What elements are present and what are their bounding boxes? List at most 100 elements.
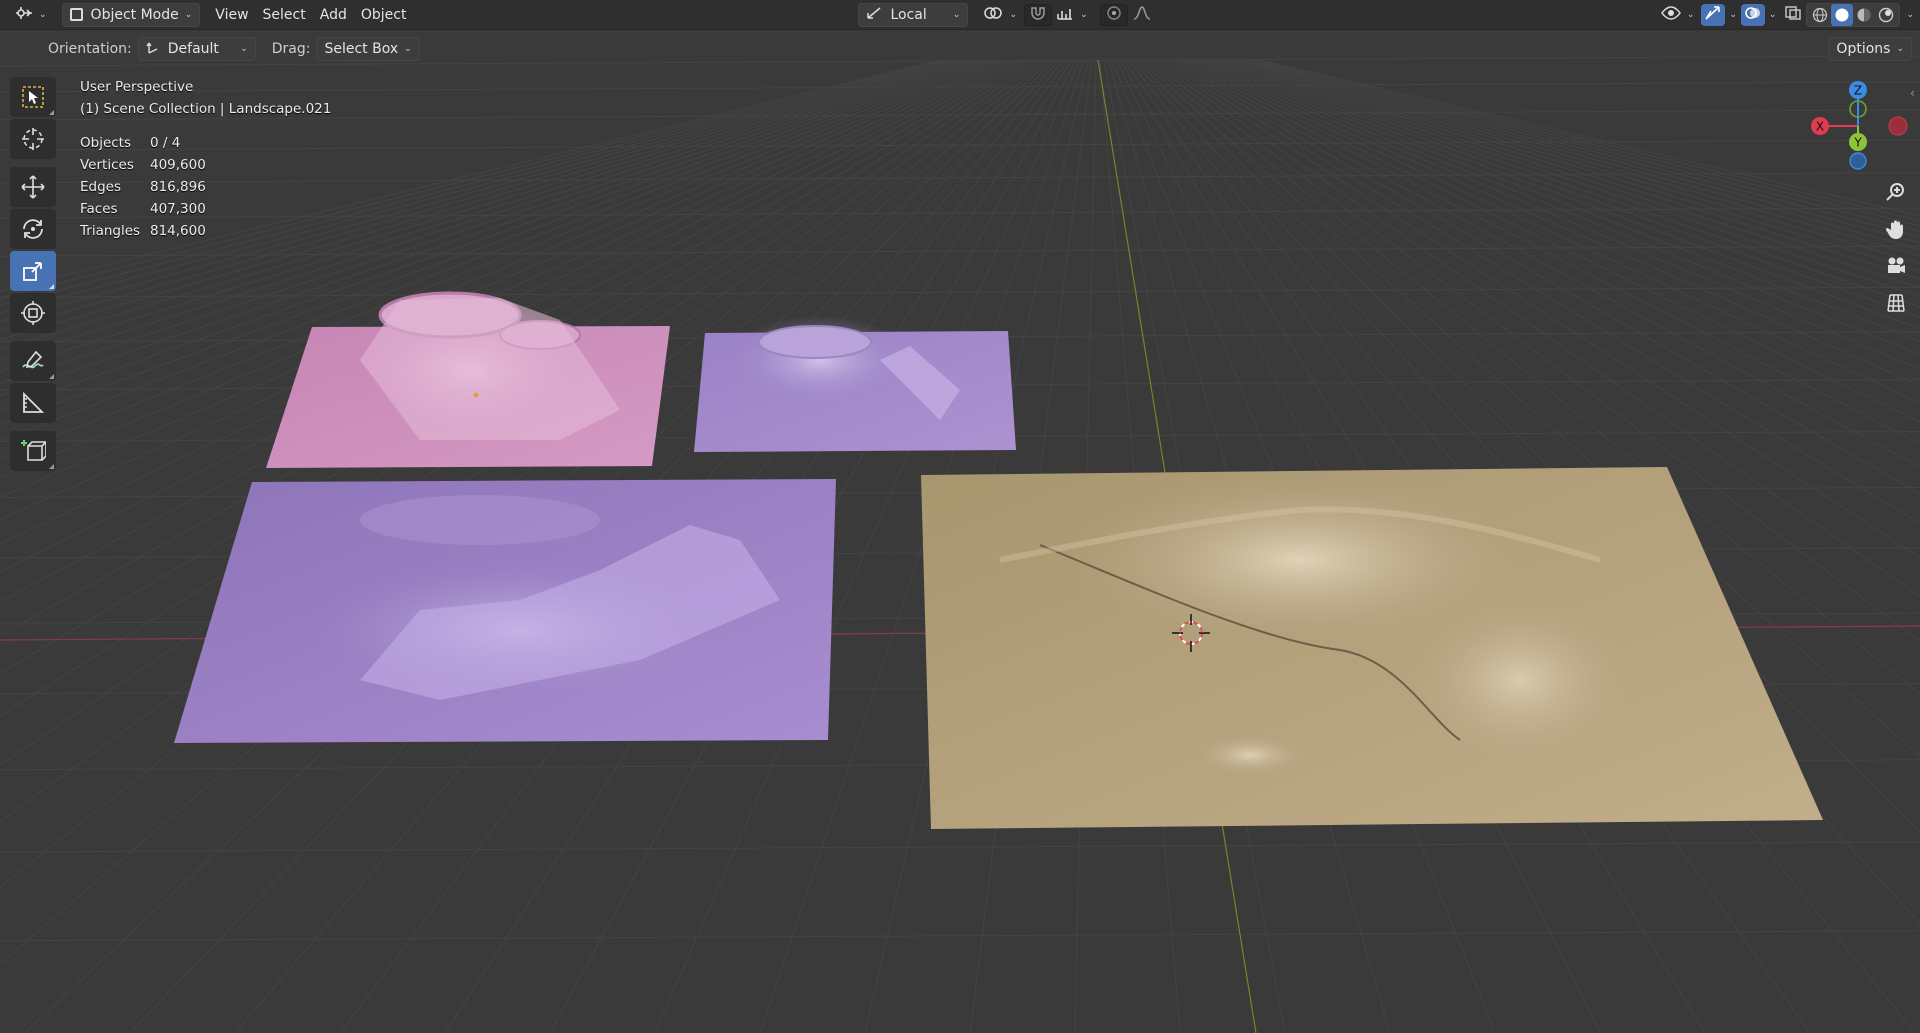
stat-key: Objects bbox=[80, 135, 132, 151]
chevron-down-icon: ⌄ bbox=[1768, 9, 1777, 20]
chevron-down-icon: ⌄ bbox=[404, 44, 412, 54]
chevron-down-icon: ⌄ bbox=[1729, 9, 1737, 20]
zoom-button[interactable] bbox=[1878, 174, 1914, 210]
stat-value: 814,600 bbox=[150, 223, 206, 239]
viewport-header: ⌄ Object Mode ⌄ View Select Add Object L… bbox=[0, 0, 1920, 30]
menu-add[interactable]: Add bbox=[313, 4, 354, 26]
measure-tool[interactable] bbox=[10, 383, 56, 423]
pan-button[interactable] bbox=[1878, 211, 1914, 247]
camera-view-button[interactable] bbox=[1878, 248, 1914, 284]
rotate-tool[interactable] bbox=[10, 209, 56, 249]
material-shading-button[interactable] bbox=[1853, 4, 1875, 26]
xray-toggle[interactable] bbox=[1780, 4, 1806, 26]
transform-icon bbox=[21, 301, 45, 325]
pivot-point-button[interactable]: ⌄ bbox=[976, 4, 1024, 26]
tool-shelf bbox=[8, 76, 58, 472]
neg-x-axis-icon bbox=[1888, 116, 1908, 136]
cursor-icon bbox=[22, 128, 44, 150]
object-visibility-button[interactable]: ⌄ bbox=[1654, 4, 1702, 26]
shading-dropdown[interactable]: ⌄ bbox=[1900, 4, 1920, 26]
sidebar-toggle-arrow[interactable]: ‹ bbox=[1910, 86, 1915, 100]
stat-value: 816,896 bbox=[150, 179, 206, 195]
select-box-tool[interactable] bbox=[10, 77, 56, 117]
ortho-grid-icon bbox=[1887, 294, 1905, 312]
svg-text:X: X bbox=[1816, 120, 1824, 134]
transform-orientation-dropdown[interactable]: Local ⌄ bbox=[858, 2, 969, 27]
orientation-label: Orientation: bbox=[48, 41, 132, 57]
snap-target-button[interactable]: ⌄ bbox=[1052, 4, 1092, 26]
show-gizmo-toggle[interactable] bbox=[1701, 3, 1726, 26]
navigation-gizmo[interactable]: Z X Y bbox=[1800, 76, 1920, 176]
proportional-edit-icon bbox=[1105, 5, 1123, 25]
collection-name: (1) Scene Collection | Landscape.021 bbox=[80, 101, 332, 117]
orientation-axes-icon bbox=[146, 39, 160, 59]
overlays-dropdown[interactable]: ⌄ bbox=[1765, 4, 1781, 26]
options-label: Options bbox=[1836, 41, 1891, 57]
proportional-falloff-button[interactable] bbox=[1128, 4, 1156, 26]
orientation-dropdown[interactable]: Default ⌄ bbox=[137, 37, 256, 61]
origin-dot bbox=[473, 392, 479, 398]
landscape-lilac bbox=[694, 315, 1016, 452]
show-overlays-toggle[interactable] bbox=[1740, 3, 1765, 26]
drag-label: Drag: bbox=[271, 41, 311, 57]
stat-row-triangles: Triangles 814,600 bbox=[80, 220, 331, 242]
stat-value: 0 / 4 bbox=[150, 135, 181, 151]
chevron-down-icon: ⌄ bbox=[952, 9, 961, 20]
tool-settings-header: Orientation: Default ⌄ Drag: Select Box … bbox=[0, 34, 1920, 64]
add-cube-icon bbox=[21, 440, 46, 461]
move-icon bbox=[21, 175, 45, 199]
stat-value: 409,600 bbox=[150, 157, 206, 173]
magnet-icon bbox=[1029, 5, 1047, 25]
orientation-value: Local bbox=[890, 6, 927, 23]
svg-text:Z: Z bbox=[1854, 84, 1862, 98]
menu-select[interactable]: Select bbox=[256, 4, 313, 26]
stat-key: Faces bbox=[80, 201, 118, 217]
chevron-down-icon: ⌄ bbox=[184, 9, 193, 20]
material-sphere-icon bbox=[1857, 8, 1871, 21]
rendered-shading-button[interactable] bbox=[1875, 4, 1897, 26]
chevron-down-icon: ⌄ bbox=[1896, 44, 1904, 54]
wireframe-shading-button[interactable] bbox=[1809, 4, 1831, 26]
overlays-icon bbox=[1744, 5, 1762, 25]
menu-view[interactable]: View bbox=[208, 4, 255, 26]
stat-key: Triangles bbox=[80, 223, 141, 239]
scale-icon bbox=[23, 262, 42, 281]
tool-options-indicator bbox=[49, 110, 54, 115]
annotate-tool[interactable] bbox=[10, 341, 56, 381]
gizmo-icon bbox=[1704, 5, 1722, 25]
snap-toggle[interactable] bbox=[1024, 3, 1052, 26]
shading-group bbox=[1806, 2, 1901, 27]
object-mode-icon bbox=[69, 8, 83, 21]
mode-dropdown[interactable]: Object Mode ⌄ bbox=[61, 2, 201, 27]
scene-statistics: Objects 0 / 4 Vertices 409,600 Edges 816,89… bbox=[80, 132, 331, 242]
cursor-tool[interactable] bbox=[10, 119, 56, 159]
editor-type-button[interactable]: ⌄ bbox=[8, 4, 54, 26]
rendered-sphere-icon bbox=[1879, 7, 1894, 22]
move-tool[interactable] bbox=[10, 167, 56, 207]
stat-row-edges: Edges 816,896 bbox=[80, 176, 331, 198]
solid-shading-button[interactable] bbox=[1831, 3, 1854, 26]
stat-row-objects: Objects 0 / 4 bbox=[80, 132, 331, 154]
stat-row-vertices: Vertices 409,600 bbox=[80, 154, 331, 176]
view-name: User Perspective bbox=[80, 79, 194, 95]
ortho-toggle-button[interactable] bbox=[1878, 285, 1914, 321]
chevron-down-icon: ⌄ bbox=[1080, 9, 1088, 20]
mode-label: Object Mode bbox=[90, 6, 179, 23]
gizmo-dropdown[interactable]: ⌄ bbox=[1725, 4, 1741, 26]
scale-tool[interactable] bbox=[10, 251, 56, 291]
orientation-icon bbox=[866, 6, 882, 24]
options-dropdown[interactable]: Options ⌄ bbox=[1828, 37, 1912, 61]
add-cube-tool[interactable] bbox=[10, 431, 56, 471]
menu-object[interactable]: Object bbox=[354, 4, 414, 26]
drag-dropdown[interactable]: Select Box ⌄ bbox=[316, 37, 420, 61]
proportional-edit-toggle[interactable] bbox=[1099, 3, 1128, 26]
stat-key: Vertices bbox=[80, 157, 134, 173]
solid-sphere-icon bbox=[1835, 8, 1849, 21]
eye-icon bbox=[1660, 5, 1681, 25]
tool-options-indicator bbox=[49, 284, 54, 289]
tool-options-indicator bbox=[49, 464, 54, 469]
pan-hand-icon bbox=[1885, 220, 1903, 239]
xray-icon bbox=[1784, 5, 1802, 25]
transform-tool[interactable] bbox=[10, 293, 56, 333]
measure-icon bbox=[23, 391, 45, 413]
